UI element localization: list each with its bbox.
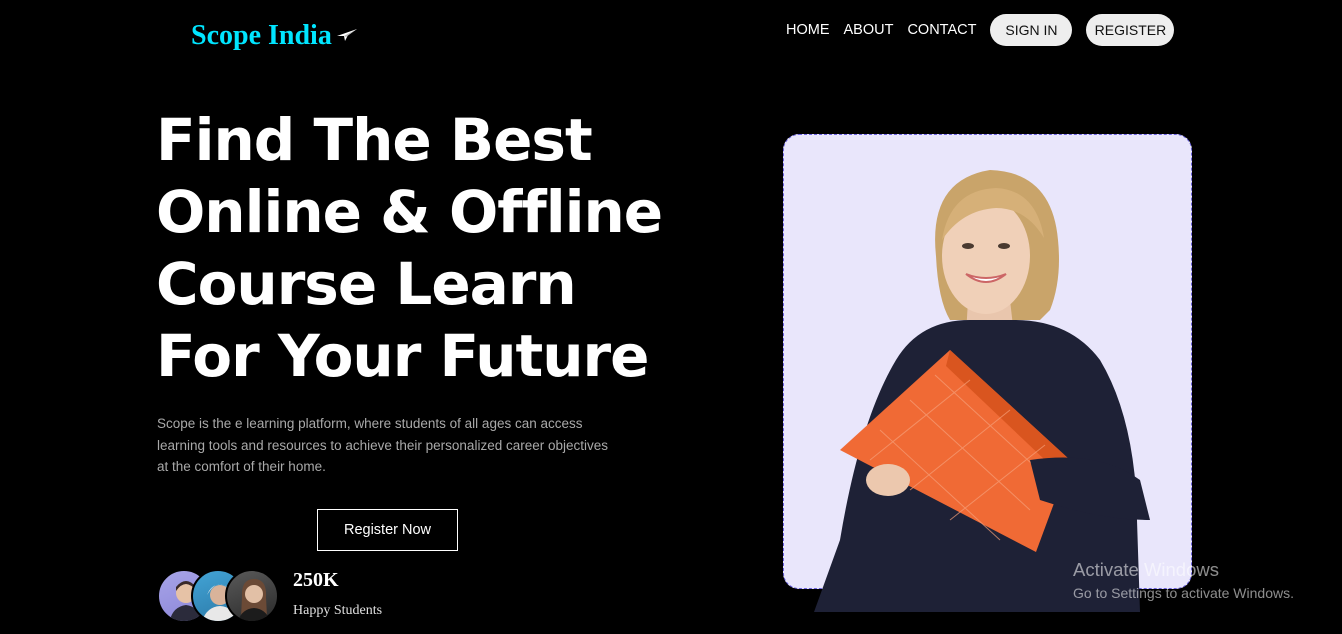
hero-title: Find The Best Online & Offline Course Le… [156, 104, 696, 392]
hero-title-line: For Your Future [156, 322, 650, 390]
avatar [225, 569, 279, 623]
sign-in-button[interactable]: SIGN IN [990, 14, 1073, 46]
hero-title-line: Find The Best [156, 106, 593, 174]
students-label: Happy Students [293, 603, 383, 618]
student-image [800, 160, 1180, 612]
student-avatars [157, 569, 287, 625]
nav-about-link[interactable]: ABOUT [844, 22, 894, 38]
register-now-button[interactable]: Register Now [317, 509, 458, 551]
students-count: 250K [293, 569, 339, 591]
nav-home-link[interactable]: HOME [786, 22, 830, 38]
logo[interactable]: Scope India [191, 20, 358, 52]
logo-text: Scope India [191, 20, 332, 51]
paper-plane-icon [336, 27, 358, 47]
watermark-subtitle: Go to Settings to activate Windows. [1073, 585, 1294, 601]
register-button[interactable]: REGISTER [1086, 14, 1175, 46]
watermark-title: Activate Windows [1073, 559, 1219, 580]
nav-contact-link[interactable]: CONTACT [907, 22, 976, 38]
hero-description: Scope is the e learning platform, where … [157, 416, 609, 474]
windows-activation-watermark: Activate Windows Go to Settings to activ… [1073, 559, 1294, 603]
hero-title-line: Course Learn [156, 250, 577, 318]
main-nav: HOME ABOUT CONTACT SIGN IN REGISTER [786, 14, 1175, 46]
hero-title-line: Online & Offline [156, 178, 663, 246]
